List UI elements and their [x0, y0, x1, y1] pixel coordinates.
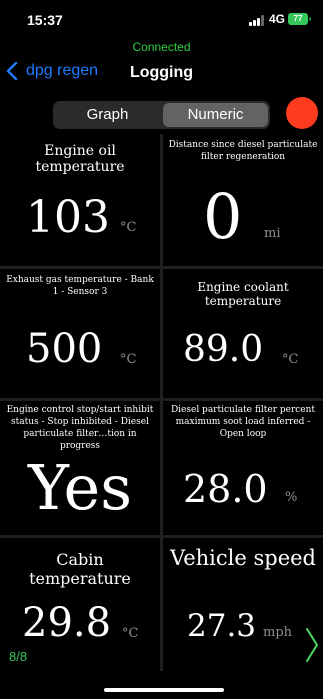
- page-counter: 8/8: [9, 649, 28, 664]
- gauge-label: Engine coolant temperature: [197, 280, 289, 308]
- gauge-engine-coolant-temperature[interactable]: Engine coolant temperature 89.0 °C: [163, 269, 323, 398]
- gauge-unit: °C: [122, 626, 139, 641]
- connection-status: Connected: [132, 40, 191, 54]
- gauge-label: Exhaust gas temperature - Bank 1 - Senso…: [6, 275, 154, 297]
- gauge-unit: °C: [120, 352, 137, 367]
- gauge-value: 27.3: [187, 608, 257, 644]
- navigation-bar: dpg regen Logging: [0, 58, 323, 88]
- gauge-exhaust-gas-temperature[interactable]: Exhaust gas temperature - Bank 1 - Senso…: [0, 269, 160, 398]
- gauge-label: Engine oil temperature: [35, 143, 125, 175]
- gauge-value: 28.0: [183, 467, 268, 511]
- gauge-label: Cabin temperature: [29, 550, 131, 588]
- gauge-value: 500: [26, 326, 103, 372]
- gauge-unit: °C: [282, 352, 299, 367]
- gauge-label: Vehicle speed: [169, 546, 316, 570]
- gauge-engine-oil-temperature[interactable]: Engine oil temperature 103 °C: [0, 134, 160, 266]
- network-type: 4G: [269, 12, 286, 26]
- gauge-dpf-distance[interactable]: Distance since diesel particulate filter…: [163, 134, 323, 266]
- gauge-label: Engine control stop/start inhibit status…: [6, 405, 154, 451]
- gauge-vehicle-speed[interactable]: Vehicle speed 27.3 mph: [163, 538, 323, 671]
- status-bar: 15:37 4G 77: [0, 0, 323, 40]
- view-switch: Graph Numeric: [53, 101, 270, 129]
- gauge-stop-start-inhibit[interactable]: Engine control stop/start inhibit status…: [0, 401, 160, 535]
- gauge-value: Yes: [28, 451, 133, 524]
- gauge-value: 29.8: [22, 600, 112, 646]
- gauge-unit: °C: [120, 220, 137, 235]
- gauge-dpf-soot-load[interactable]: Diesel particulate filter percent maximu…: [163, 401, 323, 535]
- tab-numeric[interactable]: Numeric: [163, 103, 268, 127]
- record-button[interactable]: [286, 97, 318, 129]
- gauge-unit: %: [285, 490, 298, 505]
- gauge-value: 0: [203, 180, 243, 253]
- gauge-value: 89.0: [183, 329, 264, 370]
- chevron-right-icon[interactable]: [304, 627, 320, 663]
- page-title: Logging: [129, 64, 194, 81]
- battery-icon: 77: [288, 13, 311, 25]
- clock: 15:37: [27, 12, 63, 28]
- gauge-unit: mi: [264, 226, 281, 241]
- gauge-value: 103: [26, 192, 110, 243]
- signal-strength-icon: [249, 15, 265, 26]
- gauge-label: Diesel particulate filter percent maximu…: [170, 405, 316, 439]
- tab-graph[interactable]: Graph: [55, 103, 160, 127]
- home-indicator: [104, 688, 224, 692]
- gauge-unit: mph: [263, 625, 293, 640]
- battery-level: 77: [293, 14, 303, 23]
- gauge-label: Distance since diesel particulate filter…: [168, 140, 318, 162]
